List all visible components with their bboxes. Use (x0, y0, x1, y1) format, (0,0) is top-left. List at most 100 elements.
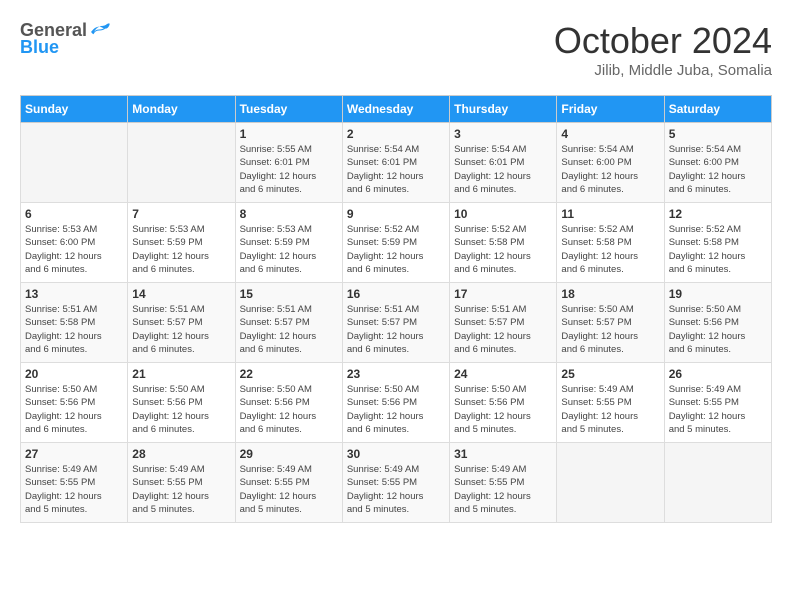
calendar-cell: 6 Sunrise: 5:53 AM Sunset: 6:00 PM Daylig… (21, 203, 128, 283)
calendar-cell: 2 Sunrise: 5:54 AM Sunset: 6:01 PM Daylig… (342, 123, 449, 203)
calendar-cell: 25Sunrise: 5:49 AM Sunset: 5:55 PM Dayli… (557, 363, 664, 443)
day-info: Sunrise: 5:49 AM Sunset: 5:55 PM Dayligh… (132, 463, 230, 516)
day-number: 3 (454, 127, 552, 141)
location-subtitle: Jilib, Middle Juba, Somalia (554, 62, 772, 79)
day-number: 30 (347, 447, 445, 461)
calendar-week-row: 13Sunrise: 5:51 AM Sunset: 5:58 PM Dayli… (21, 283, 772, 363)
day-header-wednesday: Wednesday (342, 96, 449, 123)
calendar-cell (21, 123, 128, 203)
day-info: Sunrise: 5:54 AM Sunset: 6:01 PM Dayligh… (454, 143, 552, 196)
logo-bird-icon (89, 22, 111, 40)
calendar-cell: 10Sunrise: 5:52 AM Sunset: 5:58 PM Dayli… (450, 203, 557, 283)
calendar-cell: 3 Sunrise: 5:54 AM Sunset: 6:01 PM Daylig… (450, 123, 557, 203)
day-number: 15 (240, 287, 338, 301)
day-number: 18 (561, 287, 659, 301)
day-header-saturday: Saturday (664, 96, 771, 123)
day-number: 19 (669, 287, 767, 301)
calendar-week-row: 27 Sunrise: 5:49 AM Sunset: 5:55 PM Dayli… (21, 443, 772, 523)
calendar-week-row: 20 Sunrise: 5:50 AM Sunset: 5:56 PM Dayli… (21, 363, 772, 443)
calendar-cell: 31 Sunrise: 5:49 AM Sunset: 5:55 PM Dayli… (450, 443, 557, 523)
day-number: 24 (454, 367, 552, 381)
day-info: Sunrise: 5:49 AM Sunset: 5:55 PM Dayligh… (25, 463, 123, 516)
title-block: October 2024 Jilib, Middle Juba, Somalia (554, 20, 772, 79)
day-info: Sunrise: 5:49 AM Sunset: 5:55 PM Dayligh… (561, 383, 659, 436)
day-info: Sunrise: 5:51 AM Sunset: 5:57 PM Dayligh… (132, 303, 230, 356)
calendar-cell: 26Sunrise: 5:49 AM Sunset: 5:55 PM Dayli… (664, 363, 771, 443)
day-info: Sunrise: 5:54 AM Sunset: 6:00 PM Dayligh… (561, 143, 659, 196)
calendar-cell: 4 Sunrise: 5:54 AM Sunset: 6:00 PM Daylig… (557, 123, 664, 203)
day-number: 6 (25, 207, 123, 221)
day-number: 8 (240, 207, 338, 221)
calendar-cell: 18 Sunrise: 5:50 AM Sunset: 5:57 PM Dayli… (557, 283, 664, 363)
day-number: 10 (454, 207, 552, 221)
logo: General Blue (20, 20, 111, 58)
day-info: Sunrise: 5:50 AM Sunset: 5:56 PM Dayligh… (454, 383, 552, 436)
day-info: Sunrise: 5:50 AM Sunset: 5:56 PM Dayligh… (25, 383, 123, 436)
day-number: 21 (132, 367, 230, 381)
day-number: 9 (347, 207, 445, 221)
month-title: October 2024 (554, 20, 772, 62)
day-info: Sunrise: 5:52 AM Sunset: 5:58 PM Dayligh… (561, 223, 659, 276)
day-header-tuesday: Tuesday (235, 96, 342, 123)
day-number: 20 (25, 367, 123, 381)
day-info: Sunrise: 5:54 AM Sunset: 6:01 PM Dayligh… (347, 143, 445, 196)
calendar-cell: 11 Sunrise: 5:52 AM Sunset: 5:58 PM Dayli… (557, 203, 664, 283)
day-info: Sunrise: 5:53 AM Sunset: 5:59 PM Dayligh… (240, 223, 338, 276)
day-info: Sunrise: 5:49 AM Sunset: 5:55 PM Dayligh… (454, 463, 552, 516)
calendar-cell: 8 Sunrise: 5:53 AM Sunset: 5:59 PM Daylig… (235, 203, 342, 283)
day-info: Sunrise: 5:50 AM Sunset: 5:56 PM Dayligh… (240, 383, 338, 436)
day-info: Sunrise: 5:52 AM Sunset: 5:59 PM Dayligh… (347, 223, 445, 276)
calendar-cell: 12Sunrise: 5:52 AM Sunset: 5:58 PM Dayli… (664, 203, 771, 283)
day-header-thursday: Thursday (450, 96, 557, 123)
day-info: Sunrise: 5:50 AM Sunset: 5:56 PM Dayligh… (347, 383, 445, 436)
day-info: Sunrise: 5:51 AM Sunset: 5:57 PM Dayligh… (454, 303, 552, 356)
day-info: Sunrise: 5:49 AM Sunset: 5:55 PM Dayligh… (669, 383, 767, 436)
day-number: 29 (240, 447, 338, 461)
day-header-friday: Friday (557, 96, 664, 123)
day-info: Sunrise: 5:50 AM Sunset: 5:56 PM Dayligh… (669, 303, 767, 356)
day-info: Sunrise: 5:52 AM Sunset: 5:58 PM Dayligh… (669, 223, 767, 276)
calendar-cell (128, 123, 235, 203)
calendar-header-row: SundayMondayTuesdayWednesdayThursdayFrid… (21, 96, 772, 123)
day-number: 2 (347, 127, 445, 141)
calendar-table: SundayMondayTuesdayWednesdayThursdayFrid… (20, 95, 772, 523)
day-header-sunday: Sunday (21, 96, 128, 123)
calendar-cell: 24 Sunrise: 5:50 AM Sunset: 5:56 PM Dayli… (450, 363, 557, 443)
calendar-body: 1Sunrise: 5:55 AM Sunset: 6:01 PM Daylig… (21, 123, 772, 523)
calendar-cell: 1Sunrise: 5:55 AM Sunset: 6:01 PM Daylig… (235, 123, 342, 203)
day-number: 5 (669, 127, 767, 141)
page-header: General Blue October 2024 Jilib, Middle … (20, 20, 772, 79)
calendar-cell: 13Sunrise: 5:51 AM Sunset: 5:58 PM Dayli… (21, 283, 128, 363)
day-info: Sunrise: 5:50 AM Sunset: 5:56 PM Dayligh… (132, 383, 230, 436)
calendar-cell: 16Sunrise: 5:51 AM Sunset: 5:57 PM Dayli… (342, 283, 449, 363)
day-number: 31 (454, 447, 552, 461)
day-info: Sunrise: 5:53 AM Sunset: 6:00 PM Dayligh… (25, 223, 123, 276)
calendar-week-row: 1Sunrise: 5:55 AM Sunset: 6:01 PM Daylig… (21, 123, 772, 203)
day-info: Sunrise: 5:51 AM Sunset: 5:57 PM Dayligh… (347, 303, 445, 356)
calendar-cell (664, 443, 771, 523)
day-info: Sunrise: 5:53 AM Sunset: 5:59 PM Dayligh… (132, 223, 230, 276)
calendar-week-row: 6 Sunrise: 5:53 AM Sunset: 6:00 PM Daylig… (21, 203, 772, 283)
day-number: 4 (561, 127, 659, 141)
calendar-cell: 20 Sunrise: 5:50 AM Sunset: 5:56 PM Dayli… (21, 363, 128, 443)
day-number: 22 (240, 367, 338, 381)
day-info: Sunrise: 5:54 AM Sunset: 6:00 PM Dayligh… (669, 143, 767, 196)
day-number: 11 (561, 207, 659, 221)
day-number: 14 (132, 287, 230, 301)
day-number: 7 (132, 207, 230, 221)
calendar-cell: 22 Sunrise: 5:50 AM Sunset: 5:56 PM Dayli… (235, 363, 342, 443)
calendar-cell: 19 Sunrise: 5:50 AM Sunset: 5:56 PM Dayli… (664, 283, 771, 363)
day-info: Sunrise: 5:50 AM Sunset: 5:57 PM Dayligh… (561, 303, 659, 356)
calendar-cell: 7 Sunrise: 5:53 AM Sunset: 5:59 PM Daylig… (128, 203, 235, 283)
day-info: Sunrise: 5:51 AM Sunset: 5:58 PM Dayligh… (25, 303, 123, 356)
day-number: 17 (454, 287, 552, 301)
day-number: 27 (25, 447, 123, 461)
calendar-cell: 9 Sunrise: 5:52 AM Sunset: 5:59 PM Daylig… (342, 203, 449, 283)
day-info: Sunrise: 5:55 AM Sunset: 6:01 PM Dayligh… (240, 143, 338, 196)
calendar-cell: 28Sunrise: 5:49 AM Sunset: 5:55 PM Dayli… (128, 443, 235, 523)
day-header-monday: Monday (128, 96, 235, 123)
calendar-cell: 5 Sunrise: 5:54 AM Sunset: 6:00 PM Daylig… (664, 123, 771, 203)
day-info: Sunrise: 5:49 AM Sunset: 5:55 PM Dayligh… (240, 463, 338, 516)
day-info: Sunrise: 5:49 AM Sunset: 5:55 PM Dayligh… (347, 463, 445, 516)
day-info: Sunrise: 5:51 AM Sunset: 5:57 PM Dayligh… (240, 303, 338, 356)
